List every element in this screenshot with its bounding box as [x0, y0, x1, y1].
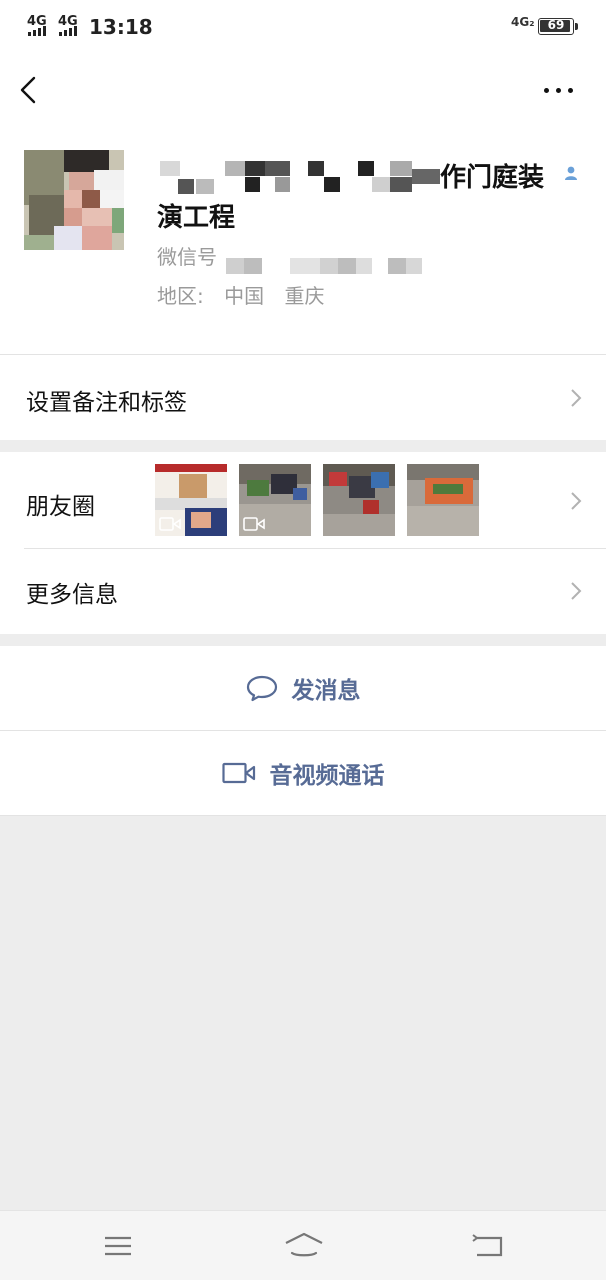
- info-section: 朋友圈 更多信息: [0, 452, 606, 634]
- more-info-label: 更多信息: [26, 582, 118, 608]
- clock: 13:18: [89, 15, 153, 39]
- send-message-button[interactable]: 发消息: [0, 646, 606, 730]
- wechat-id-mosaic: [226, 258, 426, 274]
- region-country: 中国: [224, 284, 265, 308]
- nickname: 作门庭装: [440, 163, 545, 193]
- region-label: 地区:: [157, 284, 204, 308]
- video-call-button[interactable]: 音视频通话: [0, 731, 606, 815]
- signal-strength-icon-1: [28, 26, 46, 36]
- chat-bubble-icon: [246, 675, 277, 702]
- wechat-id-label: 微信号: [157, 245, 217, 269]
- menu-icon[interactable]: [101, 1231, 135, 1261]
- video-icon: [243, 517, 265, 531]
- chevron-right-icon: [571, 492, 582, 510]
- region: 地区: 中国 重庆: [157, 280, 338, 309]
- nickname-mosaic: [160, 159, 440, 194]
- return-icon[interactable]: [471, 1231, 505, 1261]
- battery-icon: 69: [538, 18, 578, 35]
- region-city: 重庆: [284, 284, 325, 308]
- battery-level: 69: [547, 18, 565, 32]
- chevron-right-icon: [571, 389, 582, 407]
- moment-photo-3[interactable]: [323, 464, 395, 536]
- moments-row[interactable]: 朋友圈: [0, 452, 606, 548]
- person-verified-icon: [565, 166, 577, 180]
- moments-label: 朋友圈: [26, 494, 95, 520]
- avatar[interactable]: [24, 150, 124, 250]
- moment-photo-4[interactable]: [407, 464, 479, 536]
- moment-photo-2[interactable]: [239, 464, 311, 536]
- status-bar: 4G 4G 13:18 4G₂ 69: [0, 0, 606, 56]
- video-icon: [159, 517, 181, 531]
- network-type: 4G₂: [511, 15, 535, 29]
- more-info-row[interactable]: 更多信息: [0, 549, 606, 634]
- chevron-left-icon[interactable]: [14, 72, 46, 108]
- profile-header: 作门庭装 演工程 微信号 地区: 中国 重庆: [0, 56, 606, 354]
- divider: [0, 815, 606, 816]
- home-icon[interactable]: [284, 1231, 324, 1261]
- remark-tags-row[interactable]: 设置备注和标签: [0, 354, 606, 440]
- send-message-label: 发消息: [291, 678, 361, 704]
- system-nav-bar: [0, 1210, 606, 1280]
- chevron-right-icon: [571, 582, 582, 600]
- video-call-label: 音视频通话: [269, 763, 385, 789]
- nickname-line-2: 演工程: [157, 203, 236, 233]
- moment-photo-1[interactable]: [155, 464, 227, 536]
- remark-tags-label: 设置备注和标签: [26, 390, 187, 416]
- more-dots-icon[interactable]: [544, 82, 578, 98]
- video-camera-icon: [221, 762, 255, 784]
- signal-strength-icon-2: [59, 26, 77, 36]
